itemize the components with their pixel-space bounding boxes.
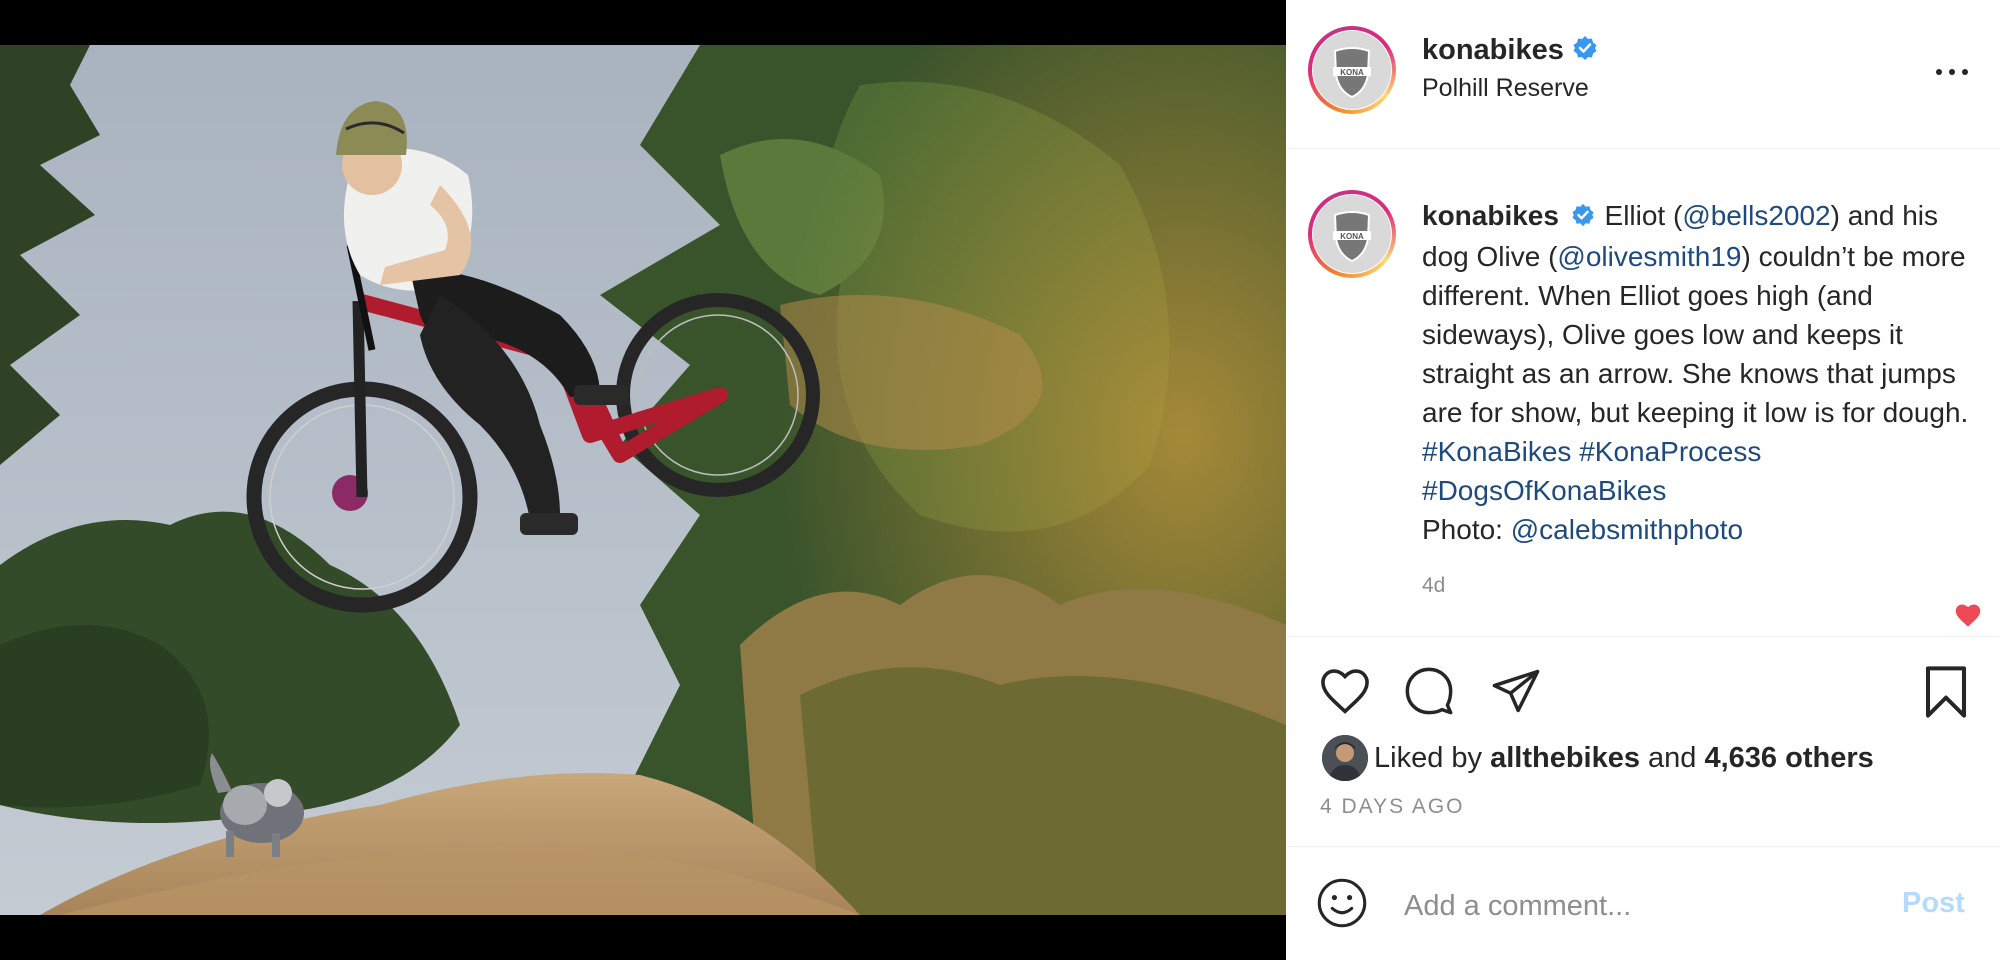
post-photo[interactable]: [0, 45, 1286, 915]
heart-outline-icon[interactable]: [1318, 665, 1372, 720]
likes-summary: Liked by allthebikes and 4,636 others: [1322, 733, 1874, 783]
photo-panel: [0, 0, 1286, 960]
more-options-icon[interactable]: [1932, 60, 1972, 84]
caption-mention-link[interactable]: @olivesmith19: [1557, 241, 1741, 272]
bookmark-icon[interactable]: [1922, 665, 1970, 724]
likes-prefix: Liked by: [1374, 741, 1491, 774]
post-actions: Liked by allthebikes and 4,636 others 4 …: [1286, 636, 2000, 847]
caption-text-segment: [1761, 436, 1769, 467]
svg-text:KONA: KONA: [1340, 232, 1364, 241]
verified-badge-icon: [1571, 198, 1595, 237]
post-header: KONA konabikes Polhill Reserve: [1286, 0, 2000, 149]
header-avatar-ring[interactable]: KONA: [1308, 26, 1396, 114]
post-location[interactable]: Polhill Reserve: [1422, 74, 1589, 103]
comment-bubble-icon[interactable]: [1402, 665, 1456, 722]
post-comment-button[interactable]: Post: [1902, 887, 1965, 920]
post-date[interactable]: 4 DAYS AGO: [1320, 795, 1465, 819]
liker-username[interactable]: allthebikes: [1490, 742, 1640, 775]
caption-avatar-ring[interactable]: KONA: [1308, 190, 1396, 278]
caption-mention-link[interactable]: @calebsmithphoto: [1511, 514, 1743, 545]
caption-text: Elliot (@bells2002) and his dog Olive (@…: [1422, 200, 1984, 545]
liker-avatar[interactable]: [1322, 735, 1368, 781]
caption-hashtag-link[interactable]: #KonaBikes: [1422, 436, 1571, 467]
post-caption: konabikes Elliot (@bells2002) and his do…: [1422, 196, 1982, 549]
caption-hashtag-link[interactable]: #DogsOfKonaBikes: [1422, 475, 1666, 506]
paper-plane-icon[interactable]: [1490, 667, 1542, 720]
instagram-post-view: KONA konabikes Polhill Reserve KONA kona…: [0, 0, 2000, 960]
like-caption-heart-icon[interactable]: [1954, 602, 1982, 628]
likes-count[interactable]: 4,636 others: [1704, 742, 1873, 775]
verified-badge-icon: [1572, 35, 1598, 66]
caption-mention-link[interactable]: @bells2002: [1682, 200, 1830, 231]
header-username-row: konabikes: [1422, 34, 1598, 67]
post-side-panel: KONA konabikes Polhill Reserve KONA kona…: [1286, 0, 2000, 960]
caption-timestamp[interactable]: 4d: [1422, 574, 1445, 598]
caption-text-segment: Elliot (: [1596, 200, 1683, 231]
caption-hashtag-link[interactable]: #KonaProcess: [1579, 436, 1761, 467]
kona-shield-logo: KONA: [1313, 31, 1391, 109]
caption-text-segment: Photo:: [1422, 514, 1511, 546]
kona-shield-logo: KONA: [1313, 195, 1391, 273]
smiley-icon[interactable]: [1316, 877, 1368, 934]
svg-text:KONA: KONA: [1340, 68, 1364, 77]
likes-middle: and: [1639, 741, 1705, 774]
comment-bar: Post: [1286, 846, 2000, 961]
mountain-bike-jump-photo: [0, 45, 1286, 915]
header-username[interactable]: konabikes: [1422, 34, 1564, 67]
caption-username[interactable]: konabikes: [1422, 200, 1559, 231]
comment-input[interactable]: [1402, 885, 1866, 927]
